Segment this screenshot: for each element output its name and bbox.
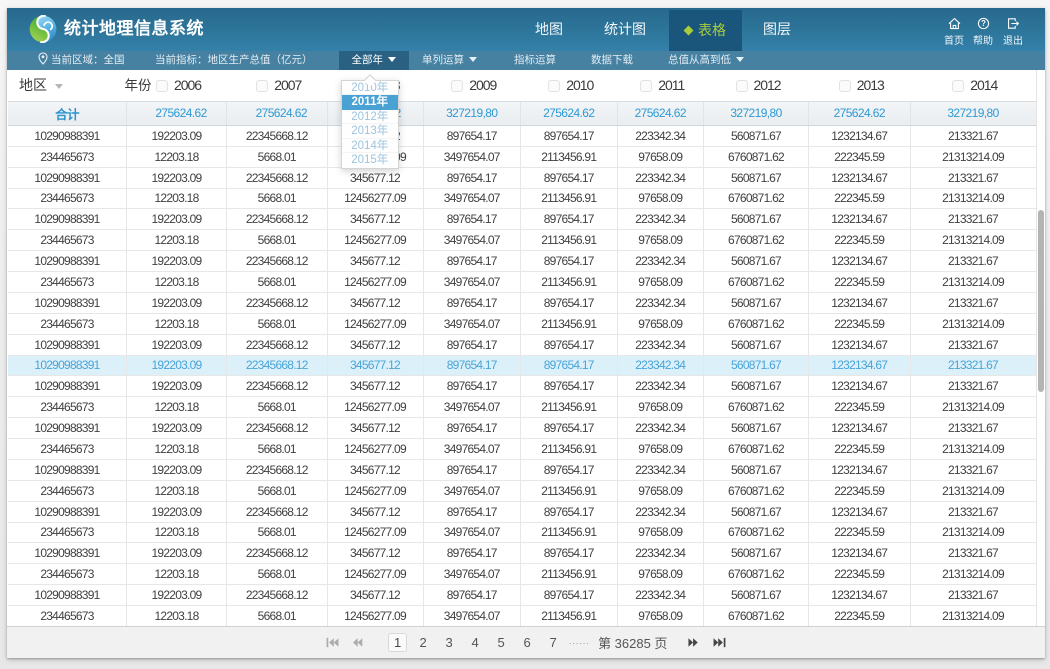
svg-text:?: ?: [981, 19, 986, 28]
